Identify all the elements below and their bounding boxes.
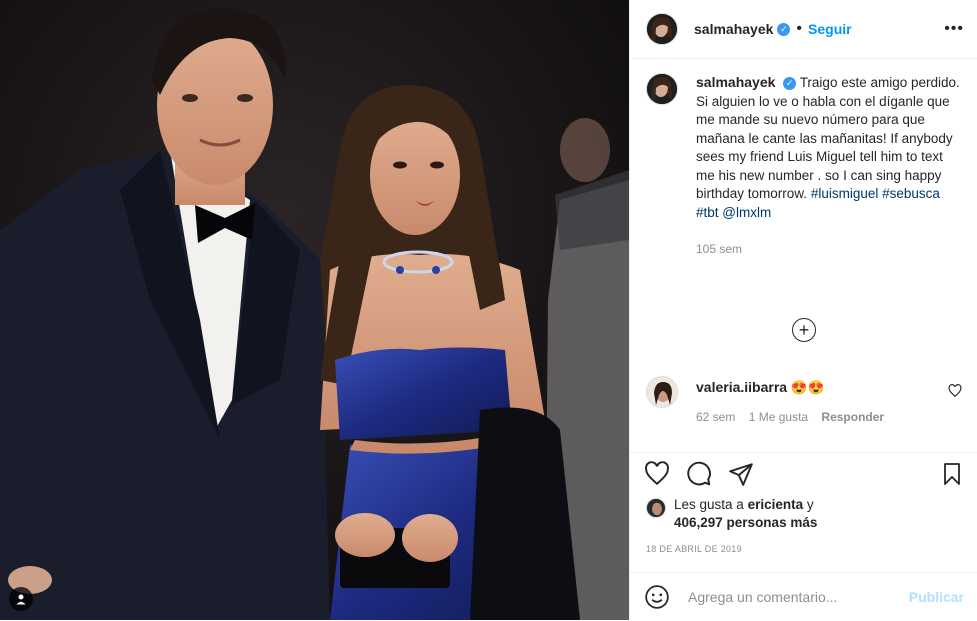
- avatar-image: [647, 377, 677, 407]
- comment-like-heart-icon[interactable]: [948, 384, 962, 398]
- caption-author-avatar[interactable]: [646, 73, 678, 105]
- author-avatar[interactable]: [646, 13, 678, 45]
- commenter-avatar[interactable]: [646, 376, 678, 408]
- plus-circle-icon[interactable]: +: [792, 318, 816, 342]
- commenter-username[interactable]: valeria.iibarra: [696, 379, 787, 395]
- save-bookmark-icon[interactable]: [940, 461, 964, 487]
- likes-first-user[interactable]: ericienta: [748, 497, 804, 512]
- emoji-smiley-icon[interactable]: [644, 584, 670, 610]
- reply-button[interactable]: Responder: [821, 410, 884, 424]
- load-more-comments[interactable]: +: [630, 318, 977, 342]
- liker-avatar[interactable]: [646, 498, 666, 518]
- author-username[interactable]: salmahayek: [694, 21, 773, 37]
- tagged-people-button[interactable]: [9, 587, 33, 611]
- more-options-icon[interactable]: •••: [944, 20, 964, 38]
- post-photo[interactable]: [0, 0, 629, 620]
- caption-body: Traigo este amigo perdido. Si alguien lo…: [696, 75, 960, 201]
- comment-item: valeria.iibarra 😍😍 62 sem 1 Me gusta Res…: [630, 376, 977, 424]
- likes-and: y: [803, 497, 814, 512]
- comment-bubble-icon[interactable]: [686, 461, 712, 487]
- avatar-image: [647, 14, 677, 44]
- comment-text: 😍😍: [790, 380, 825, 395]
- post-header: salmahayek ✓ • Seguir •••: [630, 0, 977, 59]
- avatar-image: [647, 74, 677, 104]
- comment-input[interactable]: [686, 588, 909, 606]
- post-side-panel: salmahayek ✓ • Seguir ••• salmahayek ✓ T…: [629, 0, 977, 620]
- likes-summary: Les gusta a ericienta y 406,297 personas…: [646, 496, 962, 532]
- separator-dot: •: [796, 20, 803, 37]
- post-photo-illustration: [0, 0, 629, 620]
- follow-button[interactable]: Seguir: [808, 21, 852, 37]
- post-caption: salmahayek ✓ Traigo este amigo perdido. …: [630, 59, 977, 259]
- likes-prefix: Les gusta a: [674, 497, 748, 512]
- post-action-bar: [630, 452, 977, 495]
- verified-badge-icon: ✓: [783, 76, 797, 90]
- publish-button[interactable]: Publicar: [909, 589, 964, 605]
- like-heart-icon[interactable]: [644, 461, 670, 487]
- caption-age: 105 sem: [696, 242, 743, 256]
- comment-age: 62 sem: [696, 410, 736, 424]
- avatar-image: [647, 499, 665, 517]
- person-tag-icon: [16, 594, 26, 605]
- likes-count[interactable]: 406,297 personas más: [674, 515, 817, 530]
- verified-badge-icon: ✓: [777, 22, 791, 36]
- caption-username[interactable]: salmahayek: [696, 74, 775, 90]
- comment-likes[interactable]: 1 Me gusta: [749, 410, 808, 424]
- share-paper-plane-icon[interactable]: [728, 461, 754, 487]
- add-comment-bar: Publicar: [630, 572, 977, 621]
- post-date[interactable]: 18 DE ABRIL DE 2019: [646, 544, 742, 554]
